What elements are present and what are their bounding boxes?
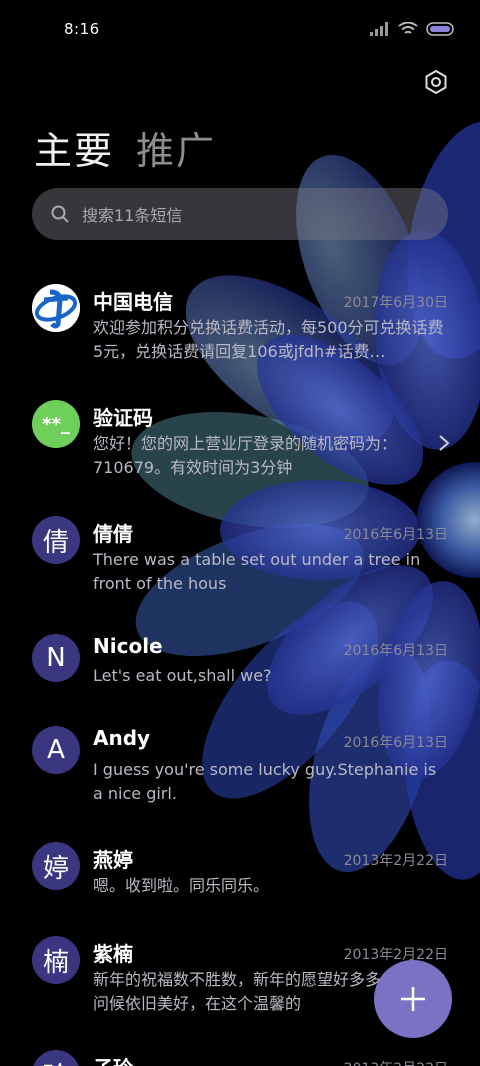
conversation-item[interactable]: N Nicole 2016年6月13日 Let's eat out,shall … — [0, 626, 480, 716]
contact-name: Nicole — [93, 634, 163, 658]
contact-name: 子玲 — [93, 1052, 133, 1066]
contact-name: 紫楠 — [93, 942, 133, 966]
contact-avatar: 婷 — [32, 842, 80, 890]
contact-name: 燕婷 — [93, 848, 133, 872]
avatar-initial: N — [46, 643, 66, 673]
message-date: 2013年2月22日 — [343, 853, 448, 869]
status-icons — [370, 22, 454, 36]
conversation-item[interactable]: 倩 倩倩 2016年6月13日 There was a table set ou… — [0, 506, 480, 616]
conversation-item[interactable]: 中国电信 2017年6月30日 欢迎参加积分兑换话费活动，每500分可兑换话费5… — [0, 272, 480, 382]
compose-button[interactable] — [374, 960, 452, 1038]
avatar-initial: 玲 — [43, 1056, 69, 1066]
conversation-item[interactable]: **_ 验证码 您好！您的网上营业厅登录的随机密码为：710679。有效时间为3… — [0, 390, 480, 500]
telecom-logo-avatar — [32, 284, 80, 332]
code-avatar: **_ — [32, 400, 80, 448]
contact-name: Andy — [93, 726, 151, 750]
message-date: 2013年2月22日 — [344, 1058, 448, 1066]
contact-name: 验证码 — [93, 406, 153, 430]
message-preview: Let's eat out,shall we? — [93, 666, 272, 685]
chevron-right-icon[interactable] — [438, 434, 450, 452]
avatar-initial: A — [47, 735, 65, 765]
battery-icon — [426, 22, 454, 36]
tab-primary[interactable]: 主要 — [34, 120, 114, 175]
tab-promotions[interactable]: 推广 — [136, 120, 216, 175]
contact-avatar: A — [32, 726, 80, 774]
contact-avatar: N — [32, 634, 80, 682]
conversation-item[interactable]: A Andy 2016年6月13日 I guess you're some lu… — [0, 720, 480, 830]
message-date: 2017年6月30日 — [343, 295, 448, 311]
contact-avatar: 楠 — [32, 936, 80, 984]
search-input[interactable]: 搜索11条短信 — [32, 188, 448, 240]
message-preview: I guess you're some lucky guy.Stephanie … — [93, 760, 437, 803]
search-icon — [51, 205, 69, 223]
signal-icon — [370, 22, 388, 36]
tab-bar: 主要 推广 — [34, 120, 216, 175]
contact-name: 中国电信 — [93, 290, 173, 314]
contact-avatar: 玲 — [32, 1050, 80, 1066]
message-preview: 您好！您的网上营业厅登录的随机密码为：710679。有效时间为3分钟 — [93, 434, 398, 477]
search-placeholder: 搜索11条短信 — [82, 206, 183, 225]
contact-name: 倩倩 — [93, 522, 133, 546]
avatar-initial: 婷 — [42, 853, 69, 884]
plus-icon — [401, 987, 425, 1011]
gear-icon[interactable] — [422, 68, 450, 96]
code-avatar-text: **_ — [42, 413, 70, 435]
message-date: 2016年6月13日 — [343, 735, 448, 751]
message-preview: 嗯。收到啦。同乐同乐。 — [93, 876, 270, 895]
message-preview: 欢迎参加积分兑换话费活动，每500分可兑换话费5元，兑换话费请回复106或jfd… — [93, 318, 444, 361]
status-time: 8:16 — [64, 20, 100, 38]
avatar-initial: 楠 — [42, 947, 69, 978]
contact-avatar: 倩 — [32, 516, 80, 564]
conversation-item[interactable]: 婷 燕婷 2013年2月22日 嗯。收到啦。同乐同乐。 — [0, 840, 480, 930]
wifi-icon — [398, 22, 418, 34]
telecom-logo-icon — [32, 284, 80, 332]
message-preview: There was a table set out under a tree i… — [93, 550, 421, 593]
message-date: 2013年2月22日 — [343, 947, 448, 963]
status-bar: 8:16 — [0, 0, 480, 62]
message-date: 2016年6月13日 — [343, 643, 448, 659]
message-date: 2016年6月13日 — [343, 527, 448, 543]
conversation-item[interactable]: 玲 子玲 2013年2月22日 — [0, 1048, 480, 1066]
avatar-initial: 倩 — [42, 527, 69, 558]
